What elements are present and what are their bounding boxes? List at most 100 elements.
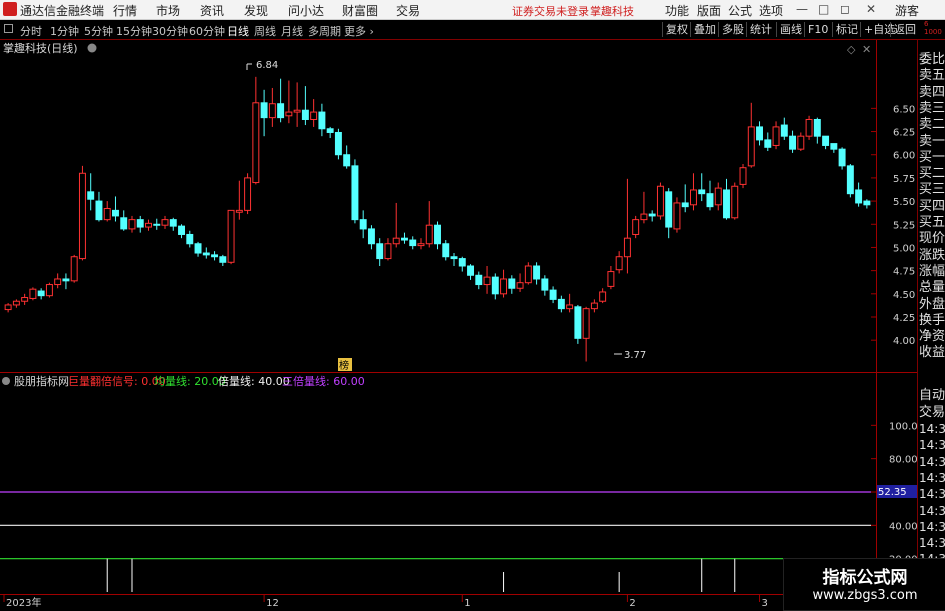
period-tab-multi[interactable]: 多周期	[308, 23, 341, 39]
period-tab-more[interactable]: 更多 ›	[344, 23, 374, 39]
period-tab-5min[interactable]: 5分钟	[84, 23, 113, 39]
candle-body	[45, 284, 53, 297]
candle-body	[665, 191, 673, 228]
volume-tick-label: 40.00	[889, 521, 917, 532]
statistics-button[interactable]: 统计	[746, 22, 772, 37]
candle-body	[111, 209, 119, 217]
candle-body	[235, 209, 243, 213]
candle-body	[599, 291, 607, 302]
candle-body	[475, 274, 483, 286]
menu-item-trade[interactable]: 交易	[396, 2, 420, 19]
maximize-icon[interactable]: ◻	[840, 2, 850, 16]
overlay-button[interactable]: 叠加	[690, 22, 716, 37]
candle-body	[326, 128, 334, 133]
adjust-button[interactable]: 复权	[662, 22, 688, 37]
candle-body	[87, 191, 95, 200]
period-tab-daily[interactable]: 日线	[227, 23, 249, 39]
minimize-icon[interactable]: —	[796, 2, 808, 16]
multi-stock-button[interactable]: 多股	[718, 22, 744, 37]
candle-body	[714, 187, 722, 206]
candle-body	[747, 126, 755, 167]
price-tick-label: 4.50	[893, 290, 915, 301]
chart-settings-icon[interactable]: ◇	[847, 43, 856, 56]
price-tick-label: 5.00	[893, 243, 915, 254]
candle-body	[128, 219, 136, 230]
login-warning[interactable]: 证券交易未登录	[512, 3, 589, 19]
candle-body	[533, 265, 541, 280]
date-tick-label: 2	[629, 598, 635, 609]
list-badge-label: 榜	[339, 359, 349, 372]
guest-button[interactable]: 游客	[895, 2, 919, 19]
date-tick-label: 12	[266, 598, 279, 609]
chart-close-icon[interactable]: ✕	[862, 43, 871, 56]
candle-body	[483, 276, 491, 286]
menu-formula[interactable]: 公式	[728, 2, 752, 19]
candle-body	[219, 256, 227, 263]
period-tab-more-label: 更多	[344, 25, 366, 38]
candle-body	[764, 139, 772, 148]
draw-line-button[interactable]: 画线	[776, 22, 802, 37]
candle-body	[70, 256, 78, 282]
menu-item-ask[interactable]: 问小达	[288, 2, 324, 19]
candle-body	[813, 118, 821, 137]
price-tick-label: 5.50	[893, 197, 915, 208]
panel-toggle-icon[interactable]	[4, 24, 13, 33]
sidebar-quote-label: 收益	[919, 345, 945, 361]
chart-area[interactable]: 掌趣科技(日线) ◇ ✕ 6.50 6.25 6.00 5.75 5.50 5.25 5.0…	[0, 40, 917, 609]
indicator-signal-label: 巨量翻倍信号: 0.00	[68, 374, 166, 388]
mark-button[interactable]: 标记	[832, 22, 858, 37]
restore-icon[interactable]: □	[818, 2, 829, 16]
quote-sidebar: 6 1000 委比 卖五 卖四 卖三 卖二 卖一 买一 买二 买三 买四 买五 现价 涨跌 涨幅 总量 外盘换…	[917, 20, 945, 609]
candle-body	[334, 131, 342, 156]
sidebar-trade-time: 14:31	[919, 487, 945, 502]
candle-body	[417, 243, 425, 247]
candle-body	[789, 135, 797, 150]
candle-body	[797, 135, 805, 150]
menu-item-wealth[interactable]: 财富圈	[342, 2, 378, 19]
candle-body	[12, 300, 20, 306]
menu-function[interactable]: 功能	[665, 2, 689, 19]
candle-body	[739, 167, 747, 185]
candle-body	[582, 308, 590, 339]
menu-layout[interactable]: 版面	[697, 2, 721, 19]
menu-options[interactable]: 选项	[759, 2, 783, 19]
candle-body	[37, 290, 45, 297]
watermark-url: www.zbgs3.com	[812, 588, 918, 603]
period-tab-timeshare[interactable]: 分时	[20, 23, 42, 39]
candle-body	[673, 202, 681, 230]
period-tab-weekly[interactable]: 周线	[254, 23, 276, 39]
menu-item-news[interactable]: 资讯	[200, 2, 224, 19]
menu-item-markets[interactable]: 市场	[156, 2, 180, 19]
chart-menu-icon[interactable]	[87, 43, 97, 53]
candle-body	[4, 304, 12, 311]
candle-body	[95, 200, 103, 221]
indicator-avg-label: 均量线: 20.00	[154, 374, 226, 388]
chevron-right-icon: ›	[366, 25, 374, 38]
date-axis: 2023年 12 1 2 3	[3, 595, 768, 609]
sidebar-trade-label[interactable]: 交易	[919, 401, 945, 420]
candle-body	[392, 237, 400, 245]
period-tab-60min[interactable]: 60分钟	[189, 23, 225, 39]
back-button[interactable]: 返回	[890, 22, 916, 37]
candle-body	[277, 103, 285, 119]
period-tab-1min[interactable]: 1分钟	[50, 23, 79, 39]
menu-item-discover[interactable]: 发现	[244, 2, 268, 19]
candle-body	[409, 239, 417, 247]
period-tab-15min[interactable]: 15分钟	[116, 23, 152, 39]
period-tab-30min[interactable]: 30分钟	[152, 23, 188, 39]
candle-body	[632, 219, 640, 235]
candle-body	[772, 126, 780, 146]
candle-body	[805, 118, 813, 137]
candle-body	[706, 193, 714, 208]
candle-body	[343, 154, 351, 167]
f10-button[interactable]: F10	[804, 22, 828, 37]
menu-item-market[interactable]: 行情	[113, 2, 137, 19]
close-icon[interactable]: ✕	[866, 2, 876, 16]
product-name: 掌趣科技	[590, 5, 634, 18]
period-tab-monthly[interactable]: 月线	[281, 23, 303, 39]
sidebar-trade-time: 14:31	[919, 536, 945, 551]
indicator-name: 股朋指标网	[14, 374, 69, 388]
candle-body	[681, 202, 689, 208]
indicator-menu-icon[interactable]	[2, 377, 10, 385]
candle-body	[607, 271, 615, 287]
